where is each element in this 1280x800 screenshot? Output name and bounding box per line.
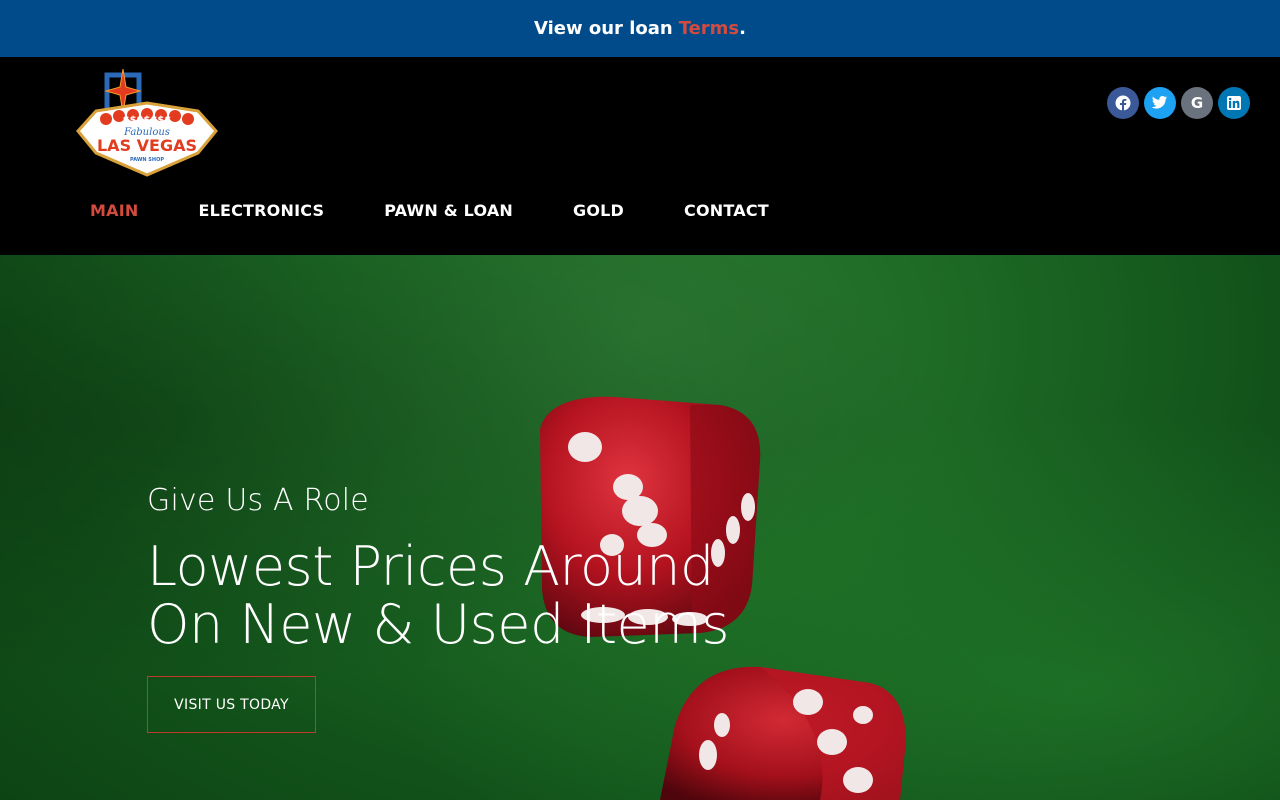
logo-line2: LAS VEGAS <box>97 136 197 155</box>
announcement-period: . <box>739 18 746 39</box>
social-links: G <box>1107 87 1250 119</box>
hero-subtitle: Give Us A Role <box>147 483 369 518</box>
logo-dollars: $$$$$$$ <box>123 115 172 126</box>
logo-line3: PAWN SHOP <box>130 157 164 163</box>
announcement-text: View our loan <box>533 18 673 39</box>
facebook-icon[interactable] <box>1107 87 1139 119</box>
nav-item-electronics[interactable]: ELECTRONICS <box>198 201 324 220</box>
twitter-icon[interactable] <box>1144 87 1176 119</box>
visit-us-button[interactable]: VISIT US TODAY <box>147 676 316 733</box>
main-nav: MAIN ELECTRONICS PAWN & LOAN GOLD CONTAC… <box>90 201 769 220</box>
hero-headline: Lowest Prices Around On New & Used Items <box>147 535 730 656</box>
google-icon[interactable]: G <box>1181 87 1213 119</box>
hero-banner: Give Us A Role Lowest Prices Around On N… <box>0 255 1280 800</box>
nav-item-gold[interactable]: GOLD <box>573 201 624 220</box>
terms-link[interactable]: Terms <box>679 18 739 39</box>
hero-headline-line1: Lowest Prices Around <box>147 535 714 598</box>
nav-item-pawn-loan[interactable]: PAWN & LOAN <box>384 201 513 220</box>
linkedin-icon[interactable] <box>1218 87 1250 119</box>
nav-item-main[interactable]: MAIN <box>90 201 138 220</box>
site-header: $$$$$$$ Fabulous LAS VEGAS PAWN SHOP G M… <box>0 57 1280 255</box>
las-vegas-logo[interactable]: $$$$$$$ Fabulous LAS VEGAS PAWN SHOP <box>76 69 218 179</box>
hero-text: Give Us A Role Lowest Prices Around On N… <box>147 483 730 733</box>
hero-headline-line2: On New & Used Items <box>147 593 730 656</box>
nav-item-contact[interactable]: CONTACT <box>684 201 769 220</box>
google-letter: G <box>1190 94 1204 112</box>
announcement-bar: View our loan Terms. <box>0 0 1280 57</box>
